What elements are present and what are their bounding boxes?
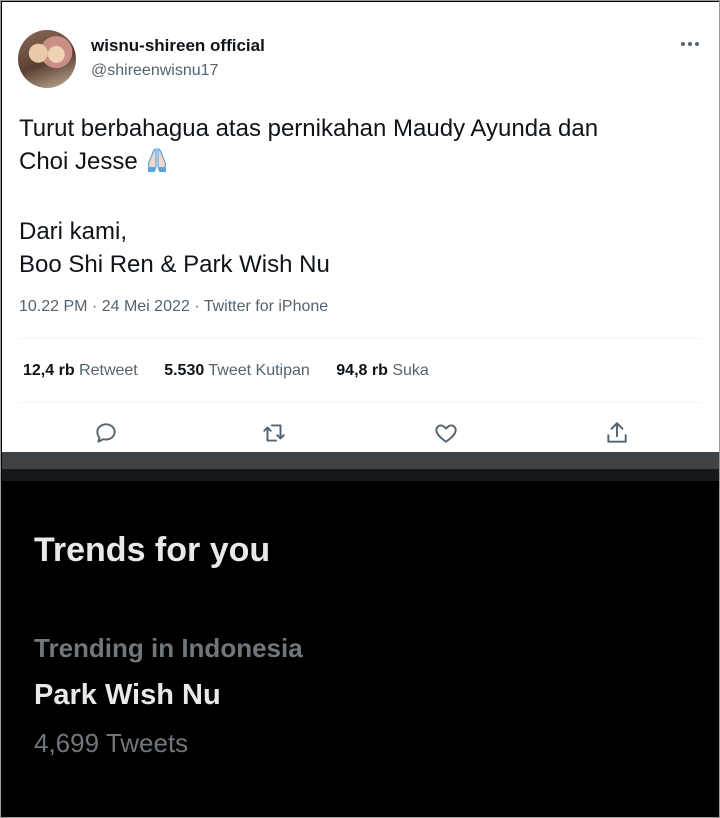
quotes-stat[interactable]: 5.530 Tweet Kutipan bbox=[164, 362, 310, 379]
likes-label: Suka bbox=[392, 362, 429, 379]
tweet-text-line: Turut berbahagua atas pernikahan Maudy A… bbox=[19, 115, 599, 142]
reply-icon[interactable] bbox=[93, 420, 119, 446]
status-bar bbox=[2, 452, 719, 469]
quotes-count: 5.530 bbox=[164, 362, 205, 379]
folded-hands-emoji-icon bbox=[144, 147, 170, 182]
avatar[interactable] bbox=[18, 30, 76, 88]
tweet-text-line: Choi Jesse bbox=[19, 145, 709, 182]
retweet-icon[interactable] bbox=[261, 420, 287, 446]
retweets-label: Retweet bbox=[79, 362, 138, 379]
trend-tweet-count: 4,699 Tweets bbox=[34, 728, 189, 758]
tweet-card[interactable]: wisnu-shireen official @shireenwisnu17 T… bbox=[2, 2, 719, 452]
like-icon[interactable] bbox=[433, 420, 459, 446]
trends-panel: Trends for you Trending in Indonesia Par… bbox=[2, 481, 719, 817]
tweet-text: Turut berbahagua atas pernikahan Maudy A… bbox=[19, 112, 709, 281]
trend-name[interactable]: Park Wish Nu bbox=[34, 679, 221, 712]
author-handle[interactable]: @shireenwisnu17 bbox=[91, 62, 218, 80]
trend-context[interactable]: Trending in Indonesia bbox=[34, 633, 303, 664]
likes-count: 94,8 rb bbox=[336, 362, 388, 379]
tweet-text-line: Boo Shi Ren & Park Wish Nu bbox=[19, 251, 330, 278]
tweet-text-line: Dari kami, bbox=[19, 218, 128, 245]
divider bbox=[19, 402, 701, 403]
retweets-stat[interactable]: 12,4 rb Retweet bbox=[23, 362, 138, 379]
retweets-count: 12,4 rb bbox=[23, 362, 75, 379]
separator-band bbox=[2, 469, 719, 481]
screenshot-frame: wisnu-shireen official @shireenwisnu17 T… bbox=[0, 0, 720, 818]
tweet-timestamp[interactable]: 10.22 PM · 24 Mei 2022 · Twitter for iPh… bbox=[19, 298, 328, 316]
tweet-text-span: Choi Jesse bbox=[19, 148, 138, 175]
tweet-stats: 12,4 rb Retweet 5.530 Tweet Kutipan 94,8… bbox=[23, 362, 451, 380]
quotes-label: Tweet Kutipan bbox=[208, 362, 310, 379]
share-icon[interactable] bbox=[604, 420, 630, 446]
ellipsis-icon[interactable] bbox=[678, 35, 702, 53]
divider bbox=[19, 338, 701, 339]
likes-stat[interactable]: 94,8 rb Suka bbox=[336, 362, 429, 379]
trends-title: Trends for you bbox=[34, 531, 271, 569]
author-name[interactable]: wisnu-shireen official bbox=[91, 36, 265, 56]
